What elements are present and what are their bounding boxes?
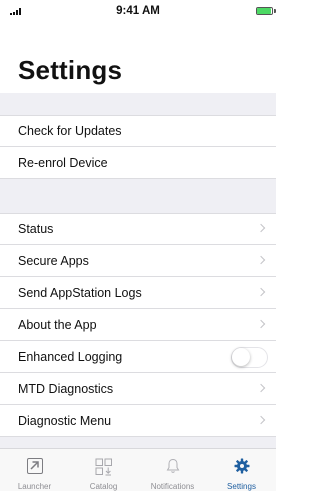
catalog-icon [95, 458, 113, 476]
section-separator [0, 179, 276, 213]
row-label: Diagnostic Menu [18, 414, 112, 428]
battery-icon [256, 7, 276, 15]
diagnostic-menu-row[interactable]: Diagnostic Menu [0, 405, 276, 437]
tab-settings[interactable]: Settings [207, 449, 276, 491]
tab-label: Catalog [89, 482, 118, 491]
enhanced-logging-toggle[interactable] [231, 347, 268, 368]
tab-label: Settings [227, 482, 256, 491]
bell-icon [166, 458, 180, 474]
row-label: MTD Diagnostics [18, 382, 114, 396]
row-label: Check for Updates [18, 124, 122, 138]
status-time: 9:41 AM [116, 5, 160, 17]
gear-icon [234, 458, 250, 474]
mtd-diagnostics-row[interactable]: MTD Diagnostics [0, 373, 276, 405]
chevron-right-icon [256, 223, 266, 233]
send-appstation-logs-row[interactable]: Send AppStation Logs [0, 277, 276, 309]
section-separator [0, 437, 276, 448]
status-row[interactable]: Status [0, 213, 276, 245]
tab-label: Launcher [17, 482, 52, 491]
check-for-updates-row[interactable]: Check for Updates [0, 115, 276, 147]
chevron-right-icon [256, 319, 266, 329]
tab-notifications[interactable]: Notifications [138, 449, 207, 491]
tab-catalog[interactable]: Catalog [69, 449, 138, 491]
re-enrol-device-row[interactable]: Re-enrol Device [0, 147, 276, 179]
chevron-right-icon [256, 255, 266, 265]
launcher-icon [26, 458, 43, 474]
toggle-knob [232, 348, 250, 366]
chevron-right-icon [256, 287, 266, 297]
secure-apps-row[interactable]: Secure Apps [0, 245, 276, 277]
tab-bar: Launcher Catalog Notifications Settings [0, 448, 276, 491]
tab-label: Notifications [150, 482, 195, 491]
status-bar: 9:41 AM [0, 0, 276, 22]
section-separator [0, 93, 276, 115]
tab-launcher[interactable]: Launcher [0, 449, 69, 491]
page-title: Settings [18, 55, 123, 85]
enhanced-logging-row: Enhanced Logging [0, 341, 276, 373]
signal-strength-icon [10, 8, 21, 15]
chevron-right-icon [256, 415, 266, 425]
about-the-app-row[interactable]: About the App [0, 309, 276, 341]
row-label: Send AppStation Logs [18, 286, 142, 300]
row-label: Secure Apps [18, 254, 89, 268]
chevron-right-icon [256, 383, 266, 393]
row-label: Re-enrol Device [18, 156, 108, 170]
row-label: Status [18, 222, 54, 236]
row-label: Enhanced Logging [18, 350, 123, 364]
row-label: About the App [18, 318, 97, 332]
